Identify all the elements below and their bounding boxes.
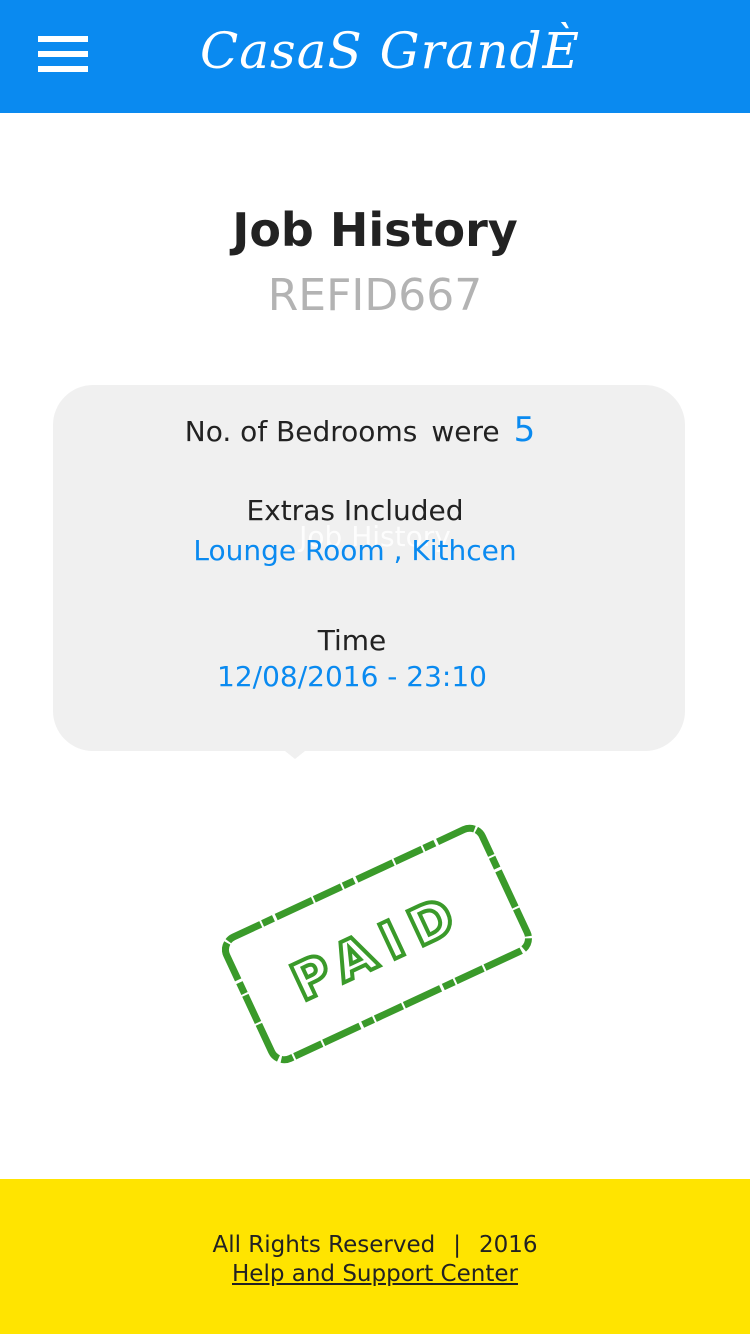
- rights-text: All Rights Reserved: [212, 1232, 436, 1258]
- app-header: CasaS GrandÈ: [0, 0, 750, 113]
- card-notch: [285, 751, 305, 759]
- footer-separator: |: [453, 1232, 461, 1258]
- job-history-page: CasaS GrandÈ Job History REFID667 No. of…: [0, 0, 750, 1334]
- time-label: Time: [317, 624, 387, 657]
- bedrooms-row: No. of Bedrooms were 5: [0, 410, 750, 450]
- copyright-year: 2016: [478, 1232, 538, 1258]
- page-title: Job History: [232, 203, 518, 257]
- paid-stamp-icon: PAID: [222, 824, 532, 1064]
- brand-title: CasaS GrandÈ: [199, 22, 581, 80]
- bedrooms-were-text: were: [431, 415, 500, 448]
- bedrooms-label: No. of Bedrooms: [184, 415, 418, 448]
- help-support-link[interactable]: Help and Support Center: [0, 1261, 750, 1287]
- bedrooms-value: 5: [513, 410, 536, 450]
- reference-id: REFID667: [267, 270, 483, 321]
- time-value: 12/08/2016 - 23:10: [217, 660, 487, 693]
- extras-value: Lounge Room , Kithcen: [193, 534, 517, 567]
- footer-rights: All Rights Reserved | 2016: [0, 1232, 750, 1258]
